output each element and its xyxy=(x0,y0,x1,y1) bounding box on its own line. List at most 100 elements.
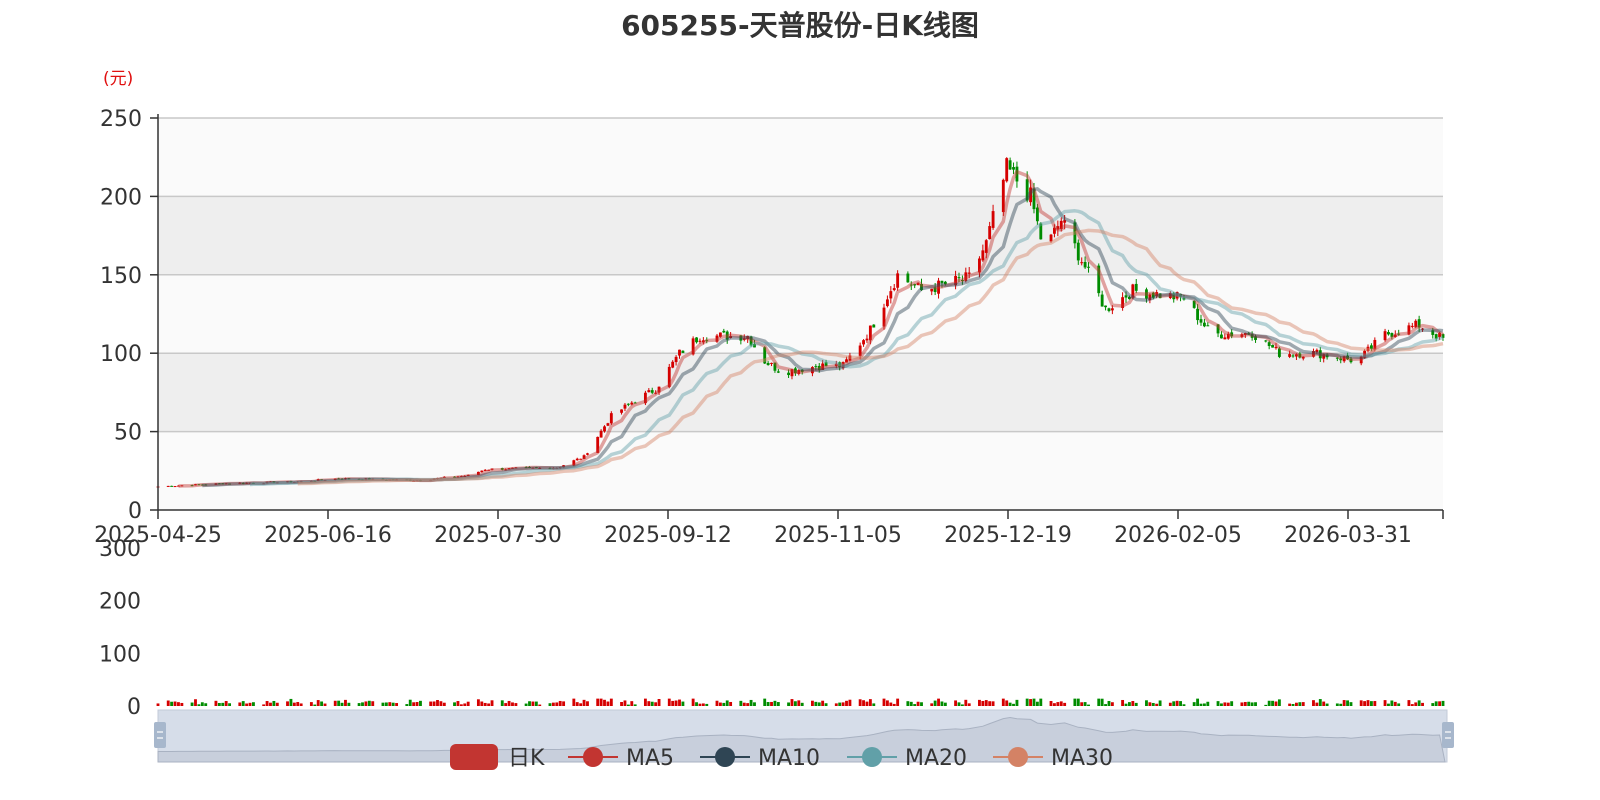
volume-bar xyxy=(1073,698,1077,706)
volume-bar xyxy=(715,700,719,706)
volume-bar xyxy=(729,701,733,706)
volume-bar xyxy=(1032,698,1036,706)
legend-swatch xyxy=(450,744,498,770)
volume-bar xyxy=(848,699,852,706)
volume-bar xyxy=(292,702,296,706)
candle-body xyxy=(173,486,177,488)
volume-bar xyxy=(415,702,419,706)
volume-bar xyxy=(1312,700,1315,706)
volume-bar xyxy=(1097,698,1101,706)
volume-bar xyxy=(858,699,862,706)
volume-bar xyxy=(381,702,385,706)
volume-bar xyxy=(204,703,208,706)
volume-bar xyxy=(453,702,456,706)
volume-bar xyxy=(1008,702,1012,706)
volume-bar xyxy=(960,704,964,706)
candle-body xyxy=(609,413,613,424)
volume-bar xyxy=(439,701,443,706)
volume-bar xyxy=(1216,701,1220,706)
volume-bar xyxy=(367,700,371,706)
volume-bar xyxy=(1005,700,1009,706)
volume-bar xyxy=(1421,702,1424,706)
legend-label: MA10 xyxy=(758,746,820,771)
candle-body xyxy=(1410,325,1414,327)
legend-marker xyxy=(1008,747,1028,767)
volume-bar xyxy=(1131,701,1135,706)
volume-bar xyxy=(296,702,300,706)
volume-bar xyxy=(647,701,651,706)
volume-bar xyxy=(197,704,201,706)
plot-band xyxy=(158,274,1443,354)
volume-bar xyxy=(667,698,671,706)
volume-bar xyxy=(1441,700,1445,706)
candle-body xyxy=(1049,234,1053,242)
plot-band xyxy=(158,118,1443,197)
volume-bar xyxy=(674,700,678,706)
candle-body xyxy=(988,226,992,240)
legend-item-日k[interactable]: 日K xyxy=(450,744,545,771)
volume-bar xyxy=(551,702,555,706)
volume-bar xyxy=(384,702,388,706)
volume-bar xyxy=(582,699,586,706)
volume-bar xyxy=(1039,698,1043,706)
candle-body xyxy=(606,423,610,426)
zoom-handle[interactable] xyxy=(1442,722,1454,748)
volume-bar xyxy=(272,700,276,706)
volume-bar xyxy=(1110,702,1114,706)
volume-bar xyxy=(954,700,958,706)
volume-bar xyxy=(1363,701,1367,706)
volume-bar xyxy=(909,701,913,706)
volume-bar xyxy=(286,701,289,706)
volume-bar xyxy=(845,700,848,706)
candle-body xyxy=(1100,294,1104,307)
volume-bar xyxy=(691,698,695,706)
volume-bar xyxy=(1417,700,1421,706)
x-tick-label: 2025-06-16 xyxy=(264,523,392,548)
candle-body xyxy=(575,458,579,461)
volume-bar xyxy=(507,700,511,706)
volume-bar xyxy=(1124,703,1128,706)
volume-bar xyxy=(228,703,232,706)
volume-bar xyxy=(599,698,603,706)
volume-bar xyxy=(1407,700,1411,706)
candle-body xyxy=(967,272,971,274)
volume-bar xyxy=(405,704,409,706)
candle-body xyxy=(892,288,896,291)
volume-bar xyxy=(896,698,900,706)
volume-bar xyxy=(821,700,825,706)
candle-body xyxy=(1008,160,1012,170)
zoom-handle[interactable] xyxy=(154,722,166,748)
volume-bar xyxy=(1366,700,1370,706)
volume-bar xyxy=(395,703,399,706)
volume-bar xyxy=(753,702,756,706)
volume-bars: 0 100 200 300 xyxy=(99,537,1445,720)
volume-bar xyxy=(555,702,559,706)
volume-bar xyxy=(558,700,562,706)
candle-body xyxy=(678,349,681,356)
volume-bar xyxy=(868,699,872,706)
candle-body xyxy=(889,291,893,299)
volume-bar xyxy=(643,698,647,706)
volume-bar xyxy=(1127,702,1131,706)
volume-bar xyxy=(1226,702,1230,706)
volume-bar xyxy=(943,702,947,706)
volume-bar xyxy=(1029,699,1033,706)
candle-body xyxy=(1220,334,1223,339)
volume-bar xyxy=(1049,700,1053,706)
volume-bar xyxy=(299,703,303,706)
candle-body xyxy=(984,240,988,253)
volume-bar xyxy=(504,703,508,706)
volume-bar xyxy=(776,702,780,706)
candle-body xyxy=(1202,322,1206,327)
volume-bar xyxy=(865,701,869,706)
candle-body xyxy=(1134,283,1138,291)
volume-bar xyxy=(773,700,777,706)
volume-bar xyxy=(1291,703,1295,706)
volume-bar xyxy=(463,703,467,706)
volume-bar xyxy=(528,701,531,706)
volume-bar xyxy=(364,701,368,706)
candle-body xyxy=(814,366,818,368)
volume-bar xyxy=(1100,698,1104,706)
volume-bar xyxy=(1274,701,1278,706)
volume-bar xyxy=(1243,701,1247,706)
